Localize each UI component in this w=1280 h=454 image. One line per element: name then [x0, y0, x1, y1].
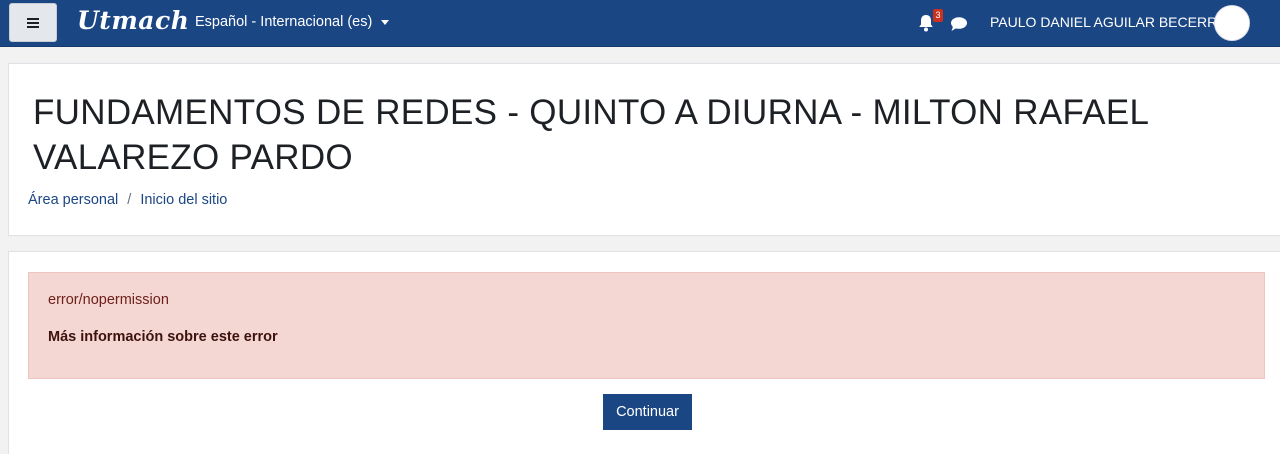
- user-avatar-icon[interactable]: [1214, 5, 1250, 41]
- page-header-card: FUNDAMENTOS DE REDES - QUINTO A DIURNA -…: [8, 63, 1280, 236]
- breadcrumb-item-area-personal[interactable]: Área personal: [28, 192, 118, 208]
- language-selector[interactable]: Español - Internacional (es): [195, 14, 390, 30]
- chevron-down-icon: [381, 19, 390, 25]
- error-code-text: error/nopermission: [48, 292, 169, 308]
- chat-bubble-icon[interactable]: [950, 16, 968, 32]
- breadcrumb: Área personal / Inicio del sitio: [28, 192, 227, 208]
- continue-button[interactable]: Continuar: [603, 394, 692, 430]
- breadcrumb-separator: /: [127, 192, 132, 208]
- page-title: FUNDAMENTOS DE REDES - QUINTO A DIURNA -…: [33, 93, 1148, 177]
- error-alert: error/nopermission Más información sobre…: [28, 272, 1265, 379]
- hamburger-icon: [27, 17, 39, 28]
- site-logo[interactable]: Utmach: [77, 6, 189, 35]
- top-navbar: Utmach Español - Internacional (es) 3 PA…: [0, 0, 1280, 47]
- language-label: Español - Internacional (es): [195, 14, 373, 30]
- breadcrumb-item-inicio[interactable]: Inicio del sitio: [140, 192, 227, 208]
- user-name[interactable]: PAULO DANIEL AGUILAR BECERRA: [990, 14, 1227, 30]
- drawer-toggle-button[interactable]: [9, 3, 57, 42]
- bell-icon[interactable]: [918, 14, 934, 32]
- notification-count-badge: 3: [933, 9, 943, 22]
- more-info-link[interactable]: Más información sobre este error: [48, 329, 278, 345]
- main-content-card: error/nopermission Más información sobre…: [8, 251, 1280, 454]
